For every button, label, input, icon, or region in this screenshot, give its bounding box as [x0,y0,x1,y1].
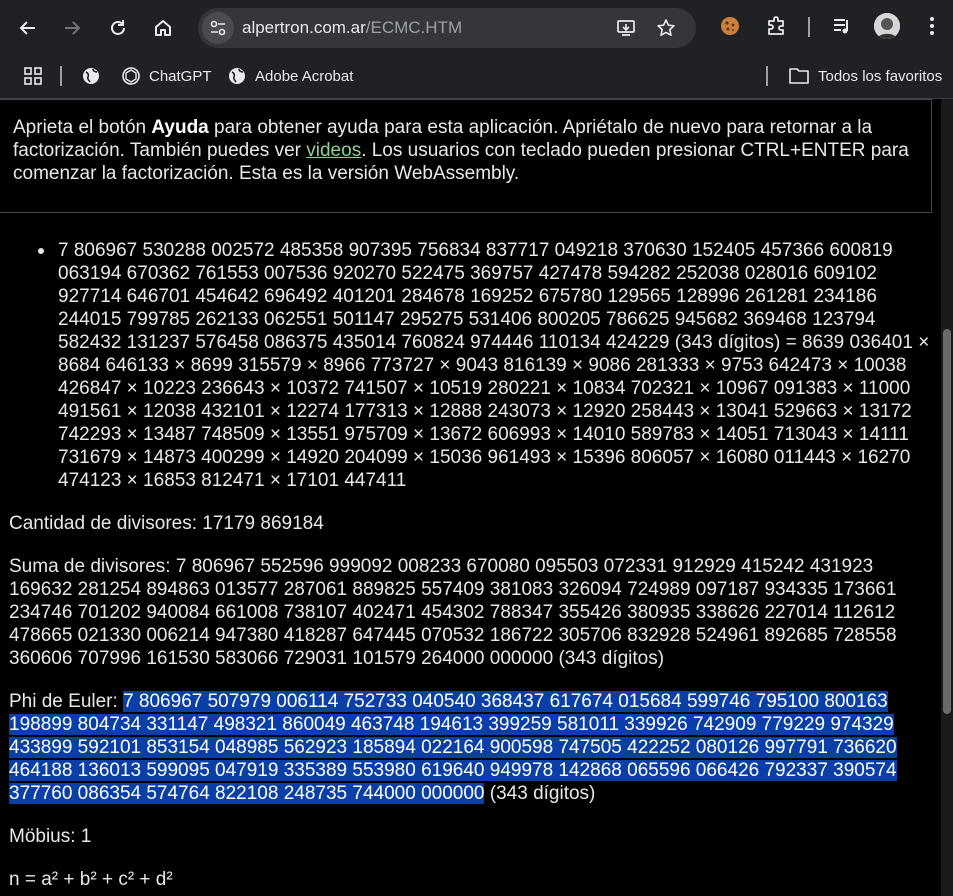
help-text-box: Aprieta el botón Ayuda para obtener ayud… [0,99,932,213]
back-button[interactable] [12,12,44,44]
bookmark-star-icon[interactable] [656,18,676,38]
videos-link[interactable]: videos [306,140,361,161]
cookie-extension-icon[interactable] [718,14,742,38]
profile-avatar[interactable] [874,13,900,39]
globe-icon [83,68,99,84]
reload-button[interactable] [102,12,134,44]
bookmark-globe[interactable] [81,64,109,88]
reload-icon [111,20,125,35]
divisors-count: Cantidad de divisores: 17179 869184 [9,513,324,534]
folder-icon [789,68,809,84]
bookmarks-divider [766,66,768,86]
euler-phi: Phi de Euler: 7 806967 507979 006114 752… [9,690,934,805]
media-queue-icon[interactable] [830,14,854,38]
euler-phi-digits: (343 dígitos) [484,783,596,804]
sum-of-squares-heading: n = a² + b² + c² + d² [9,869,173,890]
bookmarks-divider [60,66,62,86]
factorization-list: 7 806967 530288 002572 485358 907395 756… [38,239,930,492]
chatgpt-icon [122,67,140,85]
bookmark-adobe-acrobat[interactable]: Adobe Acrobat [227,64,353,88]
help-text: Aprieta el botón [13,117,152,138]
toolbar-divider [808,17,810,37]
browser-toolbar: alpertron.com.ar/ECMC.HTM [0,0,953,56]
euler-phi-value-selected: 7 806967 507979 006114 752733 040540 368… [9,691,897,804]
bookmark-label: Adobe Acrobat [255,67,354,85]
factorization-result: 7 806967 530288 002572 485358 907395 756… [38,239,930,492]
all-bookmarks-label: Todos los favoritos [818,67,943,85]
install-app-icon[interactable] [616,18,636,38]
forward-button[interactable] [56,12,88,44]
bookmark-label: ChatGPT [149,67,212,85]
bookmark-chatgpt[interactable]: ChatGPT [121,64,212,88]
page-scrollbar[interactable] [941,99,953,896]
url-text: alpertron.com.ar/ECMC.HTM [242,18,463,37]
euler-phi-label: Phi de Euler: [9,691,124,712]
globe-icon [229,68,245,84]
page-content: Aprieta el botón Ayuda para obtener ayud… [0,99,941,896]
address-bar[interactable]: alpertron.com.ar/ECMC.HTM [198,8,696,48]
home-icon [155,20,171,36]
all-bookmarks-folder[interactable]: Todos los favoritos [788,64,942,88]
forward-arrow-icon [65,21,81,35]
scrollbar-thumb[interactable] [943,329,951,714]
site-settings-icon[interactable] [202,12,234,44]
help-button-name: Ayuda [151,117,209,138]
divisors-sum: Suma de divisores: 7 806967 552596 99909… [9,556,897,669]
menu-kebab-icon[interactable] [920,14,944,38]
mobius: Möbius: 1 [9,826,92,847]
extensions-puzzle-icon[interactable] [764,14,788,38]
bookmarks-bar: ChatGPT Adobe Acrobat Todos los favorito… [0,56,953,99]
home-button[interactable] [147,12,179,44]
apps-grid-icon[interactable] [23,64,51,88]
back-arrow-icon [19,21,35,35]
